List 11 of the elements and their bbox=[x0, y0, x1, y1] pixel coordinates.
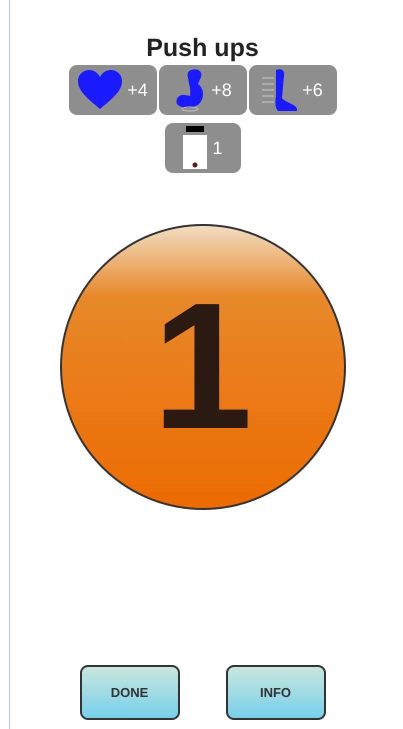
heart-icon bbox=[77, 70, 124, 110]
stat-value: +4 bbox=[127, 78, 148, 102]
exercise-title: Push ups bbox=[146, 33, 259, 63]
stat-value: +8 bbox=[211, 78, 232, 102]
phone-icon bbox=[182, 126, 208, 170]
counter-value: 1 bbox=[152, 277, 253, 457]
stat-value: 1 bbox=[212, 136, 222, 160]
done-button[interactable]: DONE bbox=[80, 665, 180, 720]
leg-icon bbox=[262, 68, 298, 112]
info-button[interactable]: INFO bbox=[226, 665, 326, 720]
stat-value: +6 bbox=[302, 78, 323, 102]
